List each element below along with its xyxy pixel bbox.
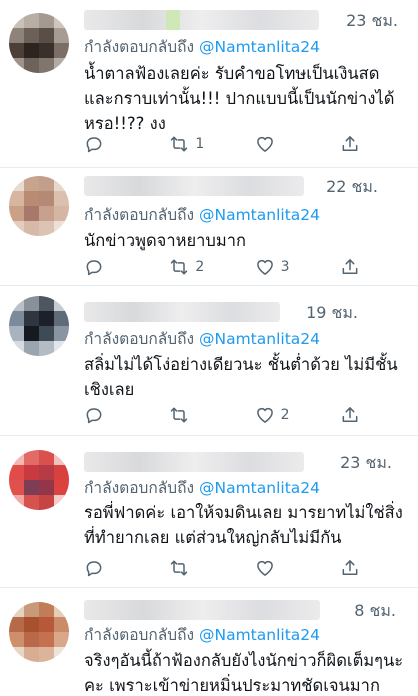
share-icon bbox=[340, 405, 360, 425]
share-button[interactable] bbox=[340, 134, 360, 154]
heart-icon bbox=[255, 257, 275, 277]
reply-button[interactable] bbox=[84, 257, 124, 277]
blurred-display-name[interactable] bbox=[84, 176, 304, 196]
like-count: 3 bbox=[280, 259, 290, 275]
tweet-header: 23 ชม. bbox=[84, 450, 406, 474]
heart-icon bbox=[255, 405, 275, 425]
tweet-text: น้ำตาลฟ้องเลยค่ะ รับคำขอโทษเป็นเงินสด แล… bbox=[84, 64, 395, 133]
tweet-header: 19 ชม. bbox=[84, 300, 406, 324]
tweet-header: 23 ชม. bbox=[84, 8, 406, 32]
share-button[interactable] bbox=[340, 405, 360, 425]
reply-tweet[interactable]: 8 ชม. กำลังตอบกลับถึง @Namtanlita24 จริง… bbox=[0, 588, 418, 696]
avatar[interactable] bbox=[9, 450, 69, 510]
tweet-actions: 1 bbox=[84, 133, 360, 155]
reply-tweet[interactable]: 22 ชม. กำลังตอบกลับถึง @Namtanlita24 นัก… bbox=[0, 168, 418, 286]
replying-to: กำลังตอบกลับถึง @Namtanlita24 bbox=[84, 34, 320, 59]
tweet-text: สลิ่มไม่ได้โง่อย่างเดียวนะ ชั้นต่ำด้วย ไ… bbox=[84, 355, 398, 399]
blurred-display-name[interactable] bbox=[84, 452, 304, 472]
retweet-icon bbox=[169, 405, 189, 425]
reply-tweet[interactable]: 23 ชม. กำลังตอบกลับถึง @Namtanlita24 รอพ… bbox=[0, 436, 418, 588]
tweet-header: 22 ชม. bbox=[84, 174, 406, 198]
reply-icon bbox=[84, 558, 104, 578]
mention-link[interactable]: @Namtanlita24 bbox=[199, 206, 320, 224]
tweet-timestamp[interactable]: 23 ชม. bbox=[340, 451, 392, 476]
blurred-display-name[interactable] bbox=[84, 302, 280, 322]
replying-to-label: กำลังตอบกลับถึง bbox=[84, 479, 195, 497]
tweet-actions bbox=[84, 557, 360, 579]
like-button[interactable]: 2 bbox=[255, 405, 295, 425]
reply-button[interactable] bbox=[84, 134, 124, 154]
like-button[interactable] bbox=[255, 558, 295, 578]
tweet-text: จริงๆอันนี้ถ้าฟ้องกลับยังไงนักข่าวก็ผิดเ… bbox=[84, 651, 404, 695]
tweet-text: รอพี่ฟาดค่ะ เอาให้จมดินเลย มารยาทไม่ใช่ส… bbox=[84, 503, 403, 547]
heart-icon bbox=[255, 558, 275, 578]
like-button[interactable] bbox=[255, 134, 295, 154]
reply-button[interactable] bbox=[84, 558, 124, 578]
tweet-timestamp[interactable]: 23 ชม. bbox=[346, 9, 398, 34]
mention-link[interactable]: @Namtanlita24 bbox=[199, 330, 320, 348]
avatar[interactable] bbox=[9, 176, 69, 236]
reply-tweet[interactable]: 23 ชม. กำลังตอบกลับถึง @Namtanlita24 น้ำ… bbox=[0, 0, 418, 168]
tweet-timestamp[interactable]: 19 ชม. bbox=[306, 301, 358, 326]
retweet-count: 2 bbox=[195, 259, 205, 275]
retweet-button[interactable]: 1 bbox=[169, 134, 209, 154]
replying-to-label: กำลังตอบกลับถึง bbox=[84, 38, 195, 56]
reply-icon bbox=[84, 134, 104, 154]
mention-link[interactable]: @Namtanlita24 bbox=[199, 479, 320, 497]
reply-icon bbox=[84, 405, 104, 425]
retweet-icon bbox=[169, 558, 189, 578]
retweet-icon bbox=[169, 257, 189, 277]
mention-link[interactable]: @Namtanlita24 bbox=[199, 626, 320, 644]
retweet-button[interactable]: 2 bbox=[169, 257, 209, 277]
retweet-button[interactable] bbox=[169, 558, 209, 578]
replying-to: กำลังตอบกลับถึง @Namtanlita24 bbox=[84, 202, 320, 227]
avatar[interactable] bbox=[9, 296, 69, 356]
replying-to-label: กำลังตอบกลับถึง bbox=[84, 626, 195, 644]
replying-to-label: กำลังตอบกลับถึง bbox=[84, 330, 195, 348]
reply-button[interactable] bbox=[84, 405, 124, 425]
retweet-icon bbox=[169, 134, 189, 154]
tweet-timestamp[interactable]: 8 ชม. bbox=[354, 599, 396, 624]
avatar[interactable] bbox=[9, 602, 69, 662]
replying-to: กำลังตอบกลับถึง @Namtanlita24 bbox=[84, 475, 320, 500]
blurred-display-name[interactable] bbox=[84, 600, 320, 620]
tweet-actions: 2 3 bbox=[84, 256, 360, 278]
replying-to: กำลังตอบกลับถึง @Namtanlita24 bbox=[84, 622, 320, 647]
share-button[interactable] bbox=[340, 257, 360, 277]
share-icon bbox=[340, 558, 360, 578]
tweet-timestamp[interactable]: 22 ชม. bbox=[326, 175, 378, 200]
share-icon bbox=[340, 257, 360, 277]
reply-icon bbox=[84, 257, 104, 277]
like-button[interactable]: 3 bbox=[255, 257, 295, 277]
avatar[interactable] bbox=[9, 13, 69, 73]
replying-to-label: กำลังตอบกลับถึง bbox=[84, 206, 195, 224]
replying-to: กำลังตอบกลับถึง @Namtanlita24 bbox=[84, 326, 320, 351]
retweet-button[interactable] bbox=[169, 405, 209, 425]
tweet-actions: 2 bbox=[84, 404, 360, 426]
blurred-display-name[interactable] bbox=[84, 10, 319, 30]
tweet-header: 8 ชม. bbox=[84, 598, 406, 622]
retweet-count: 1 bbox=[195, 136, 205, 152]
mention-link[interactable]: @Namtanlita24 bbox=[199, 38, 320, 56]
like-count: 2 bbox=[280, 407, 290, 423]
share-icon bbox=[340, 134, 360, 154]
tweet-text: นักข่าวพูดจาหยาบมาก bbox=[84, 231, 247, 250]
heart-icon bbox=[255, 134, 275, 154]
share-button[interactable] bbox=[340, 558, 360, 578]
reply-tweet[interactable]: 19 ชม. กำลังตอบกลับถึง @Namtanlita24 สลิ… bbox=[0, 286, 418, 436]
